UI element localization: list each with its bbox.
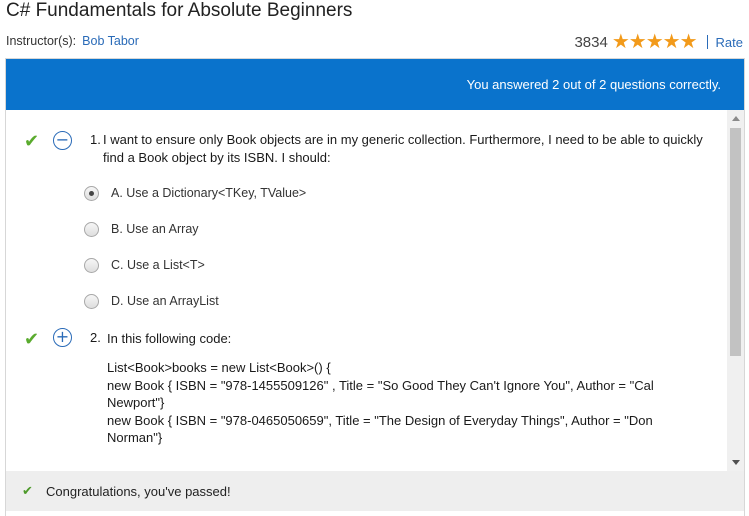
checkmark-icon: ✔ <box>24 131 40 151</box>
scroll-up-arrow-icon[interactable] <box>732 116 740 121</box>
question-text: In this following code: <box>107 331 232 346</box>
option-label: C. Use a List<T> <box>111 258 205 272</box>
rating-widget: 3834 ★ ★ ★ ★ ★ Rate <box>574 31 743 53</box>
star-icon: ★ <box>628 31 647 53</box>
radio-button[interactable] <box>84 257 99 273</box>
answer-option-a[interactable]: A. Use a Dictionary<TKey, TValue> <box>84 184 306 202</box>
code-line: new Book { ISBN = "978-1455509126" , Tit… <box>107 377 654 411</box>
star-icon: ★ <box>611 31 630 53</box>
question-text: I want to ensure only Book objects are i… <box>103 132 703 165</box>
code-line: List<Book>books = new List<Book>() { <box>107 360 331 375</box>
radio-button[interactable] <box>84 185 99 201</box>
instructor-link[interactable]: Bob Tabor <box>82 34 139 48</box>
divider <box>706 35 708 49</box>
expand-plus-icon[interactable]: + <box>53 328 72 347</box>
checkmark-icon: ✔ <box>24 329 40 349</box>
result-banner: You answered 2 out of 2 questions correc… <box>6 59 744 110</box>
rating-count: 3834 <box>574 33 608 51</box>
pass-footer: ✔ Congratulations, you've passed! <box>6 471 744 511</box>
answer-option-c[interactable]: C. Use a List<T> <box>84 256 205 274</box>
questions-scroll-area[interactable]: ✔ − 1. I want to ensure only Book object… <box>6 110 744 471</box>
scroll-down-arrow-icon[interactable] <box>732 460 740 465</box>
course-title: C# Fundamentals for Absolute Beginners <box>6 0 353 21</box>
option-label: B. Use an Array <box>111 222 199 236</box>
result-banner-text: You answered 2 out of 2 questions correc… <box>466 77 721 92</box>
option-label: D. Use an ArrayList <box>111 294 219 308</box>
collapse-minus-icon[interactable]: − <box>53 131 72 150</box>
vertical-scrollbar[interactable] <box>727 110 744 471</box>
star-icon: ★ <box>645 31 664 53</box>
instructor-label: Instructor(s): <box>6 34 77 48</box>
star-icon: ★ <box>662 31 681 53</box>
code-line: new Book { ISBN = "978-0465050659", Titl… <box>107 412 653 446</box>
question-number: 2. <box>90 330 101 345</box>
quiz-panel: You answered 2 out of 2 questions correc… <box>5 58 745 516</box>
question-number: 1. <box>90 132 101 147</box>
code-snippet: List<Book>books = new List<Book>() { new… <box>107 359 687 447</box>
star-icon: ★ <box>679 31 698 53</box>
radio-button[interactable] <box>84 293 99 309</box>
answer-option-b[interactable]: B. Use an Array <box>84 220 199 238</box>
option-label: A. Use a Dictionary<TKey, TValue> <box>111 186 307 200</box>
radio-button[interactable] <box>84 221 99 237</box>
checkmark-icon: ✔ <box>22 483 33 498</box>
pass-message: Congratulations, you've passed! <box>46 484 231 499</box>
rating-stars: ★ ★ ★ ★ ★ <box>611 31 698 53</box>
answer-option-d[interactable]: D. Use an ArrayList <box>84 292 219 310</box>
scrollbar-thumb[interactable] <box>730 128 741 356</box>
instructor-row: Instructor(s): Bob Tabor <box>6 34 139 48</box>
rate-link[interactable]: Rate <box>716 35 743 50</box>
